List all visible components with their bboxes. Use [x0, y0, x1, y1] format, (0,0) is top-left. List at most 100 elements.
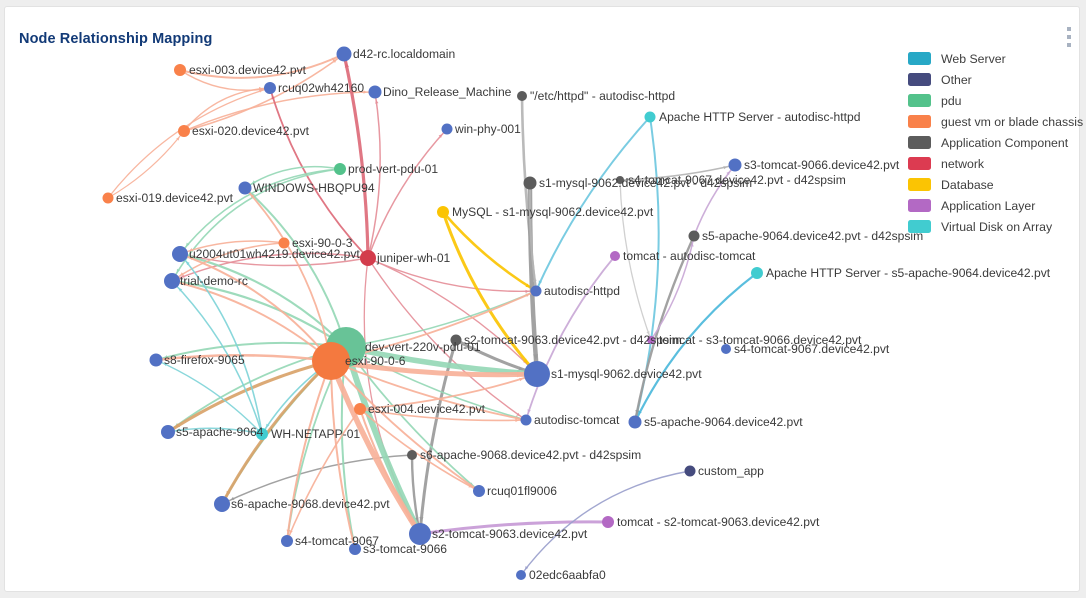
legend-swatch	[908, 94, 931, 107]
graph-edge	[183, 53, 345, 132]
graph-node[interactable]	[312, 342, 350, 380]
legend-swatch	[908, 52, 931, 65]
graph-node[interactable]	[517, 91, 527, 101]
graph-node[interactable]	[174, 64, 186, 76]
graph-edge	[525, 255, 616, 421]
graph-edge	[418, 520, 610, 536]
graph-node[interactable]	[628, 415, 642, 429]
graph-edge	[634, 116, 660, 423]
legend-swatch	[908, 73, 931, 86]
graph-node[interactable]	[164, 273, 180, 289]
legend-item[interactable]: Application Layer	[908, 195, 1083, 216]
graph-node[interactable]	[256, 428, 268, 440]
graph-edge	[178, 252, 348, 349]
legend-item[interactable]: network	[908, 153, 1083, 174]
graph-node[interactable]	[172, 246, 188, 262]
graph-edge	[244, 187, 332, 362]
legend-swatch	[908, 220, 931, 233]
graph-node[interactable]	[616, 176, 624, 184]
graph-edge	[359, 373, 538, 410]
graph-edge	[619, 164, 736, 181]
graph-node[interactable]	[751, 267, 763, 279]
legend-item[interactable]: Application Component	[908, 132, 1083, 153]
graph-node[interactable]	[610, 251, 620, 261]
graph-edge	[535, 116, 651, 292]
graph-node[interactable]	[409, 523, 431, 545]
graph-node[interactable]	[688, 230, 700, 242]
graph-node[interactable]	[360, 250, 376, 266]
graph-node[interactable]	[349, 543, 361, 555]
graph-edge	[170, 279, 348, 349]
graph-edge	[171, 280, 332, 362]
legend-label: network	[941, 156, 985, 171]
graph-edge-arrow	[188, 248, 193, 252]
graph-edge	[367, 257, 527, 421]
graph-node[interactable]	[214, 496, 230, 512]
graph-node[interactable]	[336, 46, 352, 62]
graph-node[interactable]	[520, 414, 532, 426]
graph-edges	[107, 52, 759, 576]
graph-node[interactable]	[161, 425, 175, 439]
graph-edge	[171, 252, 369, 282]
legend-label: Application Layer	[941, 198, 1036, 213]
graph-node[interactable]	[368, 85, 382, 99]
legend-item[interactable]: Database	[908, 174, 1083, 195]
legend-swatch	[908, 157, 931, 170]
graph-node[interactable]	[281, 535, 293, 547]
legend: Web Server Other pdu guest vm or blade chas…	[908, 48, 1083, 237]
graph-node[interactable]	[441, 123, 453, 135]
legend-label: guest vm or blade chassis	[941, 114, 1084, 129]
legend-swatch	[908, 178, 931, 191]
graph-edge	[619, 179, 652, 341]
legend-item[interactable]: Web Server	[908, 48, 1083, 69]
graph-edge	[167, 427, 263, 435]
graph-node[interactable]	[450, 334, 462, 346]
graph-node[interactable]	[721, 344, 731, 354]
legend-label: Other	[941, 72, 972, 87]
graph-node[interactable]	[684, 465, 696, 477]
legend-label: Web Server	[941, 51, 1006, 66]
graph-edge	[342, 52, 370, 260]
legend-swatch	[908, 115, 931, 128]
graph-edge	[343, 344, 540, 377]
legend-item[interactable]: pdu	[908, 90, 1083, 111]
graph-edge	[179, 53, 345, 79]
legend-swatch	[908, 136, 931, 149]
graph-node[interactable]	[178, 125, 190, 137]
legend-item[interactable]: Other	[908, 69, 1083, 90]
graph-node[interactable]	[524, 361, 550, 387]
legend-item[interactable]: Virtual Disk on Array	[908, 216, 1083, 237]
graph-edge	[693, 164, 736, 237]
legend-swatch	[908, 199, 931, 212]
legend-label: Application Component	[941, 135, 1069, 150]
graph-node[interactable]	[354, 403, 366, 415]
graph-node[interactable]	[602, 516, 614, 528]
graph-node[interactable]	[473, 485, 485, 497]
graph-node[interactable]	[407, 450, 417, 460]
graph-node[interactable]	[647, 336, 655, 344]
graph-node[interactable]	[530, 285, 542, 297]
graph-node[interactable]	[437, 206, 449, 218]
graph-edge-arrow	[646, 331, 650, 335]
graph-node[interactable]	[644, 111, 656, 123]
graph-node[interactable]	[523, 176, 537, 190]
graph-edge	[633, 234, 696, 424]
legend-item[interactable]: guest vm or blade chassis	[908, 111, 1083, 132]
graph-edge-arrow	[519, 377, 524, 382]
graph-node[interactable]	[102, 192, 114, 204]
graph-node[interactable]	[264, 82, 276, 94]
graph-edge	[343, 344, 423, 537]
graph-node[interactable]	[278, 237, 290, 249]
graph-edge	[183, 87, 271, 132]
graph-edge	[107, 130, 185, 199]
graph-node[interactable]	[728, 158, 742, 172]
graph-node[interactable]	[149, 353, 163, 367]
graph-edge	[221, 454, 413, 505]
legend-label: Virtual Disk on Array	[941, 219, 1053, 234]
legend-label: pdu	[941, 93, 962, 108]
graph-edge	[441, 210, 539, 376]
graph-node[interactable]	[334, 163, 346, 175]
graph-node[interactable]	[238, 181, 252, 195]
graph-node[interactable]	[516, 570, 526, 580]
legend-label: Database	[941, 177, 994, 192]
